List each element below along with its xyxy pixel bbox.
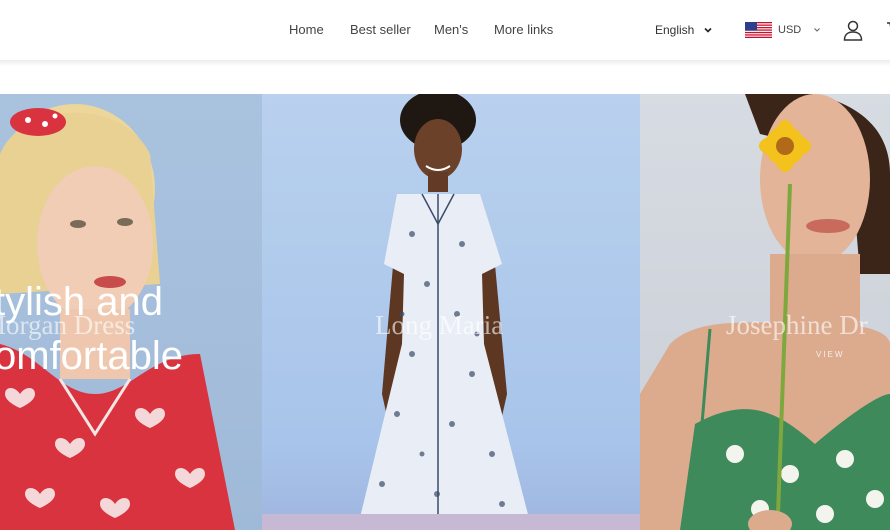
language-label: English (655, 23, 695, 37)
nav-link-home[interactable]: Home (289, 22, 324, 37)
hero-headline-line2: omfortable (0, 334, 183, 378)
header-divider (0, 60, 890, 66)
nav-link-best-seller[interactable]: Best seller (350, 22, 411, 37)
currency-label: USD (778, 24, 802, 36)
collection-title: Josephine Dr (726, 310, 868, 340)
collection-card-morgan-dress[interactable]: Morgan Dress tylish and omfortable (0, 94, 262, 530)
language-selector[interactable]: English (655, 23, 712, 37)
collection-card-josephine-dress[interactable]: Josephine Dr VIEW (640, 94, 890, 530)
collection-card-long-maria[interactable]: Long Maria (262, 94, 640, 530)
chevron-down-icon (814, 28, 821, 32)
nav-link-mens[interactable]: Men's (434, 22, 468, 37)
hero-headline-line1: tylish and (0, 280, 163, 324)
cart-icon[interactable] (884, 19, 890, 41)
nav-link-more-links[interactable]: More links (494, 22, 553, 37)
collection-title: Long Maria (375, 310, 504, 340)
user-icon[interactable] (842, 19, 864, 41)
studio-floor (262, 514, 640, 530)
chevron-down-icon (704, 27, 712, 33)
hero-collage: Morgan Dress tylish and omfortable (0, 94, 890, 530)
site-header: Home Best seller Men's More links Englis… (0, 0, 890, 62)
collection-view-link[interactable]: VIEW (816, 350, 844, 359)
us-flag-icon (745, 22, 772, 38)
currency-selector[interactable]: USD (745, 22, 821, 38)
